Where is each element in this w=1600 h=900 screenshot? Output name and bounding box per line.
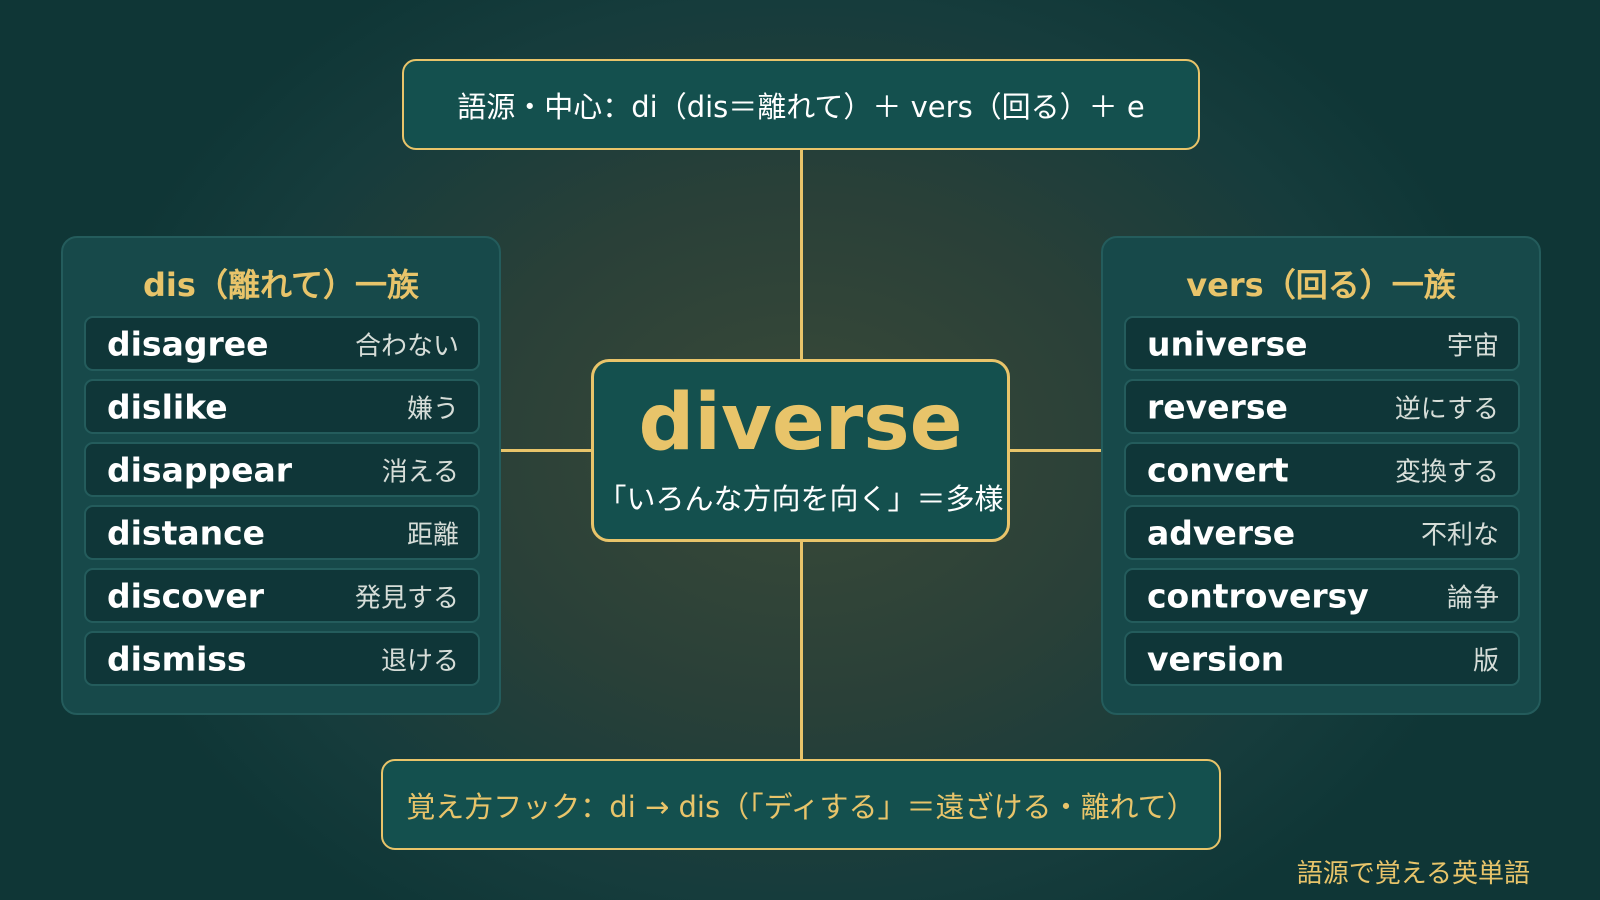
word-row-disappear: disappear 消える bbox=[84, 442, 480, 497]
brand-label: 語源で覚える英単語 bbox=[1296, 859, 1530, 889]
word-meaning: 変換する bbox=[1394, 457, 1499, 487]
word-row-dislike: dislike 嫌う bbox=[84, 379, 480, 434]
word-meaning: 宇宙 bbox=[1446, 331, 1499, 361]
center-meaning: 「いろんな方向を向く」＝多様 bbox=[597, 482, 1004, 516]
vers-family-panel: vers（回る）一族 universe 宇宙 reverse 逆にする conv… bbox=[1101, 236, 1541, 715]
word-english: dismiss bbox=[107, 639, 247, 678]
memory-hook-box: 覚え方フック：di → dis（「ディする」＝遠ざける・離れて） bbox=[381, 759, 1221, 850]
word-row-dismiss: dismiss 退ける bbox=[84, 631, 480, 686]
word-meaning: 版 bbox=[1472, 646, 1499, 676]
word-english: disagree bbox=[107, 324, 269, 363]
word-english: reverse bbox=[1147, 387, 1288, 426]
word-row-reverse: reverse 逆にする bbox=[1124, 379, 1520, 434]
word-english: adverse bbox=[1147, 513, 1296, 552]
connector-bottom bbox=[800, 542, 803, 759]
word-english: convert bbox=[1147, 450, 1289, 489]
word-row-convert: convert 変換する bbox=[1124, 442, 1520, 497]
dis-family-title: dis（離れて）一族 bbox=[143, 266, 419, 304]
word-row-version: version 版 bbox=[1124, 631, 1520, 686]
word-english: dislike bbox=[107, 387, 228, 426]
word-meaning: 距離 bbox=[406, 520, 459, 550]
word-meaning: 消える bbox=[381, 457, 459, 487]
word-english: version bbox=[1147, 639, 1285, 678]
word-english: universe bbox=[1147, 324, 1308, 363]
word-row-adverse: adverse 不利な bbox=[1124, 505, 1520, 560]
word-row-distance: distance 距離 bbox=[84, 505, 480, 560]
center-word: diverse bbox=[638, 378, 963, 468]
word-row-disagree: disagree 合わない bbox=[84, 316, 480, 371]
word-meaning: 合わない bbox=[354, 331, 459, 361]
dis-family-panel: dis（離れて）一族 disagree 合わない dislike 嫌う disa… bbox=[61, 236, 501, 715]
word-row-discover: discover 発見する bbox=[84, 568, 480, 623]
word-meaning: 退ける bbox=[380, 646, 459, 676]
word-meaning: 論争 bbox=[1446, 583, 1499, 613]
etymology-label: 語源・中心：di（dis＝離れて）＋ vers（回る）＋ e bbox=[457, 89, 1145, 124]
word-meaning: 発見する bbox=[354, 583, 459, 613]
word-row-controversy: controversy 論争 bbox=[1124, 568, 1520, 623]
connector-top bbox=[800, 150, 803, 359]
connector-right bbox=[1010, 449, 1101, 452]
center-word-box: diverse 「いろんな方向を向く」＝多様 bbox=[591, 359, 1010, 542]
word-meaning: 嫌う bbox=[406, 394, 459, 424]
word-meaning: 逆にする bbox=[1394, 394, 1499, 424]
word-meaning: 不利な bbox=[1420, 520, 1499, 550]
word-english: discover bbox=[107, 576, 264, 615]
vers-family-title: vers（回る）一族 bbox=[1186, 266, 1456, 304]
word-english: disappear bbox=[107, 450, 293, 489]
word-english: distance bbox=[107, 513, 266, 552]
word-row-universe: universe 宇宙 bbox=[1124, 316, 1520, 371]
memory-hook-label: 覚え方フック：di → dis（「ディする」＝遠ざける・離れて） bbox=[406, 789, 1196, 824]
word-english: controversy bbox=[1147, 576, 1369, 615]
connector-left bbox=[501, 449, 591, 452]
etymology-box: 語源・中心：di（dis＝離れて）＋ vers（回る）＋ e bbox=[402, 59, 1200, 150]
